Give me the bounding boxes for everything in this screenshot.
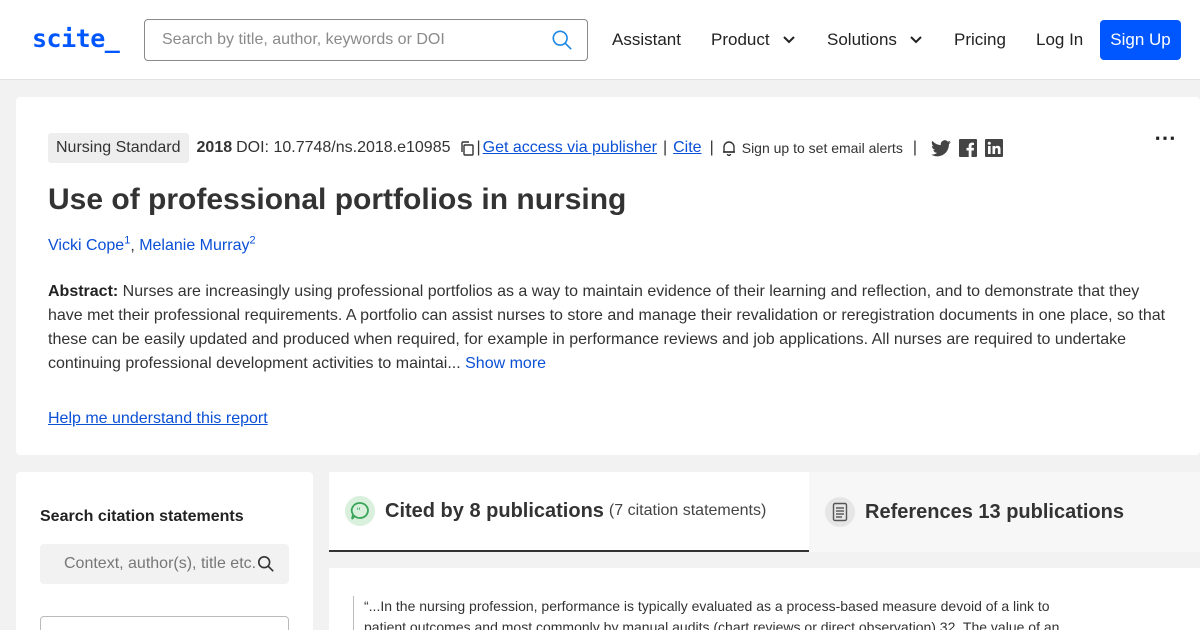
citation-search-panel: Search citation statements Order By: Rel…: [16, 472, 313, 630]
article-title: Use of professional portfolios in nursin…: [48, 183, 627, 216]
citation-search-input[interactable]: [40, 544, 260, 584]
search-input[interactable]: [146, 21, 536, 59]
separator: |: [662, 139, 668, 156]
login-label: Log In: [1036, 30, 1084, 49]
citation-statement-text: “...In the nursing profession, performan…: [353, 596, 1073, 630]
email-alerts-label: Sign up to set email alerts: [741, 140, 903, 156]
email-alerts[interactable]: Sign up to set email alerts: [722, 140, 903, 156]
separator: |: [912, 139, 917, 156]
publication-year: 2018: [196, 139, 233, 156]
login-link[interactable]: Log In: [1036, 30, 1083, 50]
tab-cited-by[interactable]: " Cited by 8 publications (7 citation st…: [329, 472, 809, 552]
doi-text: DOI: 10.7748/ns.2018.e10985: [236, 139, 451, 156]
separator: |: [476, 139, 481, 156]
nav-pricing-label: Pricing: [954, 30, 1006, 49]
bell-icon: [722, 141, 735, 156]
cited-by-title: Cited by 8 publications: [385, 499, 604, 522]
citation-search-heading: Search citation statements: [40, 508, 244, 525]
chevron-down-icon: [782, 36, 795, 44]
show-more-link[interactable]: Show more: [465, 355, 546, 372]
abstract-label: Abstract:: [48, 283, 119, 300]
cite-link[interactable]: Cite: [673, 139, 701, 157]
scite-logo[interactable]: scite_: [32, 24, 120, 53]
nav-assistant-label: Assistant: [612, 30, 681, 49]
search-icon[interactable]: [551, 29, 573, 51]
author-link[interactable]: Melanie Murray2: [139, 235, 256, 255]
citation-statement-card: “...In the nursing profession, performan…: [329, 568, 1200, 630]
separator: |: [709, 139, 714, 156]
search-box[interactable]: [144, 19, 588, 61]
tab-references[interactable]: References 13 publications: [809, 472, 1200, 552]
facebook-icon[interactable]: [958, 139, 977, 157]
nav-assistant[interactable]: Assistant: [612, 30, 681, 50]
author-affiliation: 1: [124, 235, 131, 247]
nav-pricing[interactable]: Pricing: [954, 30, 1006, 50]
more-options-icon[interactable]: ⋯: [1154, 125, 1178, 151]
citation-search-box[interactable]: [40, 544, 289, 584]
get-access-link[interactable]: Get access via publisher: [483, 139, 657, 157]
nav-solutions[interactable]: Solutions: [827, 30, 923, 50]
journal-badge[interactable]: Nursing Standard: [48, 133, 189, 163]
sort-order-select[interactable]: Order By: Relevance: [40, 616, 289, 630]
author-name: Melanie Murray: [139, 237, 250, 255]
article-meta: Nursing Standard 2018 DOI: 10.7748/ns.20…: [48, 132, 1003, 164]
linkedin-icon[interactable]: [984, 139, 1003, 157]
references-title: References 13 publications: [865, 500, 1124, 523]
social-share: [930, 139, 1003, 157]
help-understand-link[interactable]: Help me understand this report: [48, 410, 268, 428]
abstract: Abstract: Nurses are increasingly using …: [48, 280, 1168, 376]
nav-product-label: Product: [711, 30, 770, 49]
author-affiliation: 2: [249, 235, 256, 247]
twitter-icon[interactable]: [930, 139, 951, 157]
cited-by-subtitle: (7 citation statements): [608, 502, 767, 519]
statement-line: patient outcomes and most commonly by ma…: [364, 619, 1060, 630]
chevron-down-icon: [910, 36, 922, 44]
copy-icon[interactable]: [459, 140, 475, 157]
article-card: Nursing Standard 2018 DOI: 10.7748/ns.20…: [16, 97, 1200, 455]
svg-text:": ": [357, 507, 361, 517]
signup-button[interactable]: Sign Up: [1100, 20, 1181, 60]
nav-product[interactable]: Product: [711, 30, 796, 50]
statement-line: “...In the nursing profession, performan…: [364, 598, 1050, 614]
abstract-text: Nurses are increasingly using profession…: [48, 283, 1166, 372]
document-icon: [825, 497, 855, 527]
citation-tabs: " Cited by 8 publications (7 citation st…: [329, 472, 1200, 552]
top-navigation-bar: scite_ Assistant Product Solutions Prici…: [0, 0, 1200, 80]
citation-bubble-icon: ": [345, 496, 375, 526]
author-link[interactable]: Vicki Cope1: [48, 235, 131, 255]
author-name: Vicki Cope: [48, 237, 125, 255]
nav-solutions-label: Solutions: [827, 30, 897, 49]
author-list: Vicki Cope1, Melanie Murray2: [48, 235, 256, 255]
search-icon[interactable]: [257, 555, 275, 573]
